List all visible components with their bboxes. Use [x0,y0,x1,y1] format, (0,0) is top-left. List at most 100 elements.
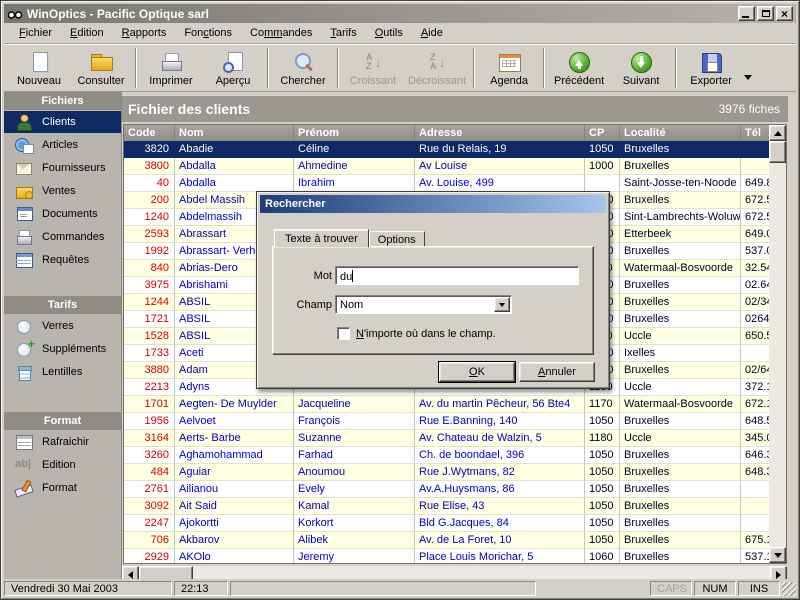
printer-icon [158,51,184,73]
exporter-dropdown-arrow-icon[interactable] [744,75,752,84]
menu-item-commandes[interactable]: Commandes [241,24,321,42]
minimize-button[interactable] [738,6,755,21]
field-select[interactable]: Nom [335,295,512,314]
title-bar: WinOptics - Pacific Optique sarl × [4,4,796,23]
cell-localite: Uccle [620,379,741,396]
vertical-scrollbar[interactable] [769,125,786,563]
sidebar-item-label: Suppléments [42,343,106,355]
toolbar-button-precedent[interactable]: Précédent [548,46,610,90]
toolbar-button-agenda[interactable]: Agenda [478,46,540,90]
toolbar-button-exporter[interactable]: Exporter [680,46,742,90]
tab-texte-a-trouver[interactable]: Texte à trouver [274,229,369,247]
sidebar-item-supplements[interactable]: Suppléments [4,338,121,360]
cell-code: 3164 [124,430,175,447]
cell-prenom: Jacqueline [294,396,415,413]
table-row[interactable]: 1956AelvoetFrançoisRue E.Banning, 140105… [124,413,771,430]
cell-tel: 02/647 [741,362,771,379]
sidebar-item-commandes[interactable]: Commandes [4,226,121,248]
cell-nom: Aegten- De Muylder [175,396,294,413]
sidebar-item-requetes[interactable]: Requêtes [4,249,121,271]
field-select-dropdown-button[interactable] [494,297,510,312]
scroll-down-button[interactable] [769,547,786,563]
menu-item-fichier[interactable]: Fichier [10,24,61,42]
table-row[interactable]: 3820AbadieCélineRue du Relais, 191050Bru… [124,141,771,158]
sidebar-item-fournisseurs[interactable]: Fournisseurs [4,157,121,179]
ok-button[interactable]: OK [439,362,515,382]
table-row[interactable]: 3092Ait SaidKamalRue Elise, 431050Bruxel… [124,498,771,515]
table-row[interactable]: 706AkbarovAlibekAv. de La Foret, 101050B… [124,532,771,549]
menu-item-outils[interactable]: Outils [366,24,412,42]
menu-item-fonctions[interactable]: Fonctions [175,24,241,42]
column-header-prenom[interactable]: Prénom [294,125,415,141]
menu-item-aide[interactable]: Aide [412,24,452,42]
sidebar-item-clients[interactable]: Clients [4,111,121,133]
cell-adresse: Av.A.Huysmans, 86 [415,481,585,498]
globe-card-icon [15,137,33,153]
toolbar-button-imprimer[interactable]: Imprimer [140,46,202,90]
vertical-scrollbar-thumb[interactable] [769,141,786,163]
printer-small-icon [15,229,33,245]
menu-item-rapports[interactable]: Rapports [113,24,176,42]
cell-localite: Bruxelles [620,515,741,532]
toolbar-button-nouveau[interactable]: Nouveau [8,46,70,90]
cell-prenom: Jeremy [294,549,415,563]
column-header-nom[interactable]: Nom [175,125,294,141]
table-row[interactable]: 3800AbdallaAhmedineAv Louise1000Bruxelle… [124,158,771,175]
sidebar-item-lentilles[interactable]: Lentilles [4,361,121,383]
table-row[interactable]: 2247AjokorttiKorkortBld G.Jacques, 84105… [124,515,771,532]
search-word-input[interactable]: du [335,266,579,285]
window-document-icon [15,206,33,222]
resize-grip[interactable] [782,582,796,596]
sidebar-item-verres[interactable]: Verres [4,315,121,337]
toolbar-button-apercu[interactable]: Aperçu [202,46,264,90]
toolbar-button-label: Croissant [350,75,396,87]
anywhere-in-field-label[interactable]: N'importe où dans le champ. [356,328,496,340]
table-row[interactable]: 484AguiarAnoumouRue J.Wytmans, 821050Bru… [124,464,771,481]
cell-cp: 1050 [585,532,620,549]
cell-localite: Bruxelles [620,413,741,430]
sidebar-item-documents[interactable]: Documents [4,203,121,225]
scroll-up-button[interactable] [769,125,786,141]
contact-lens-case-icon [15,364,33,380]
sidebar-item-format[interactable]: Format [4,477,121,499]
column-header-localite[interactable]: Localité [620,125,741,141]
table-row[interactable]: 3164Aerts- BarbeSuzanneAv. Chateau de Wa… [124,430,771,447]
cell-code: 2247 [124,515,175,532]
envelope-hand-icon [15,160,33,176]
search-icon [290,51,316,73]
cell-tel [741,498,771,515]
table-row[interactable]: 2761AilianouEvelyAv.A.Huysmans, 861050Br… [124,481,771,498]
toolbar-button-chercher[interactable]: Chercher [272,46,334,90]
cell-adresse: Av. Louise, 499 [415,175,585,192]
cell-localite: Bruxelles [620,192,741,209]
table-row[interactable]: 3260AghamohammadFarhadCh. de boondael, 3… [124,447,771,464]
sidebar-item-rafraichir[interactable]: Rafraichir [4,431,121,453]
toolbar-button-consulter[interactable]: Consulter [70,46,132,90]
table-row[interactable]: 40AbdallaIbrahimAv. Louise, 499Saint-Jos… [124,175,771,192]
maximize-button[interactable] [757,6,774,21]
toolbar-button-suivant[interactable]: Suivant [610,46,672,90]
cell-cp: 1050 [585,515,620,532]
toolbar-button-croissant[interactable]: Croissant [342,46,404,90]
minimize-icon [742,16,749,18]
toolbar-button-decroissant[interactable]: Décroissant [404,46,470,90]
sidebar-item-ventes[interactable]: Ventes [4,180,121,202]
anywhere-in-field-checkbox[interactable] [337,327,350,340]
status-message-panel [230,581,536,596]
cell-adresse: Place Louis Morichar, 5 [415,549,585,563]
column-header-adresse[interactable]: Adresse [415,125,585,141]
table-row[interactable]: 2929AKOloJeremyPlace Louis Morichar, 510… [124,549,771,563]
cancel-button[interactable]: Annuler [519,362,595,382]
close-button[interactable]: × [776,6,793,21]
cell-cp: 1000 [585,158,620,175]
sidebar-item-articles[interactable]: Articles [4,134,121,156]
tab-options[interactable]: Options [369,231,425,247]
column-header-code[interactable]: Code [124,125,175,141]
menu-item-tarifs[interactable]: Tarifs [321,24,365,42]
menu-item-edition[interactable]: Edition [61,24,113,42]
cell-code: 3975 [124,277,175,294]
table-row[interactable]: 1701Aegten- De MuylderJacquelineAv. du m… [124,396,771,413]
column-header-tel[interactable]: Tél [741,125,771,141]
sidebar-item-edition[interactable]: Edition [4,454,121,476]
column-header-cp[interactable]: CP [585,125,620,141]
